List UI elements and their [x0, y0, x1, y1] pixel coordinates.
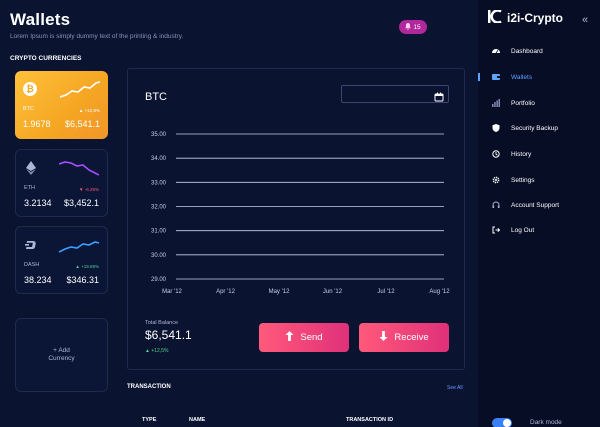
notification-badge[interactable]: 15 — [399, 20, 427, 34]
y-tick-label: 29.00 — [151, 277, 167, 283]
arrow-up-icon — [285, 331, 294, 344]
dashboard-icon — [492, 47, 500, 55]
dark-mode-label: Dark mode — [530, 419, 562, 426]
sidebar-item-label: Log Out — [511, 226, 535, 234]
sidebar-item-label: Portfolio — [511, 99, 535, 107]
y-tick-label: 35.00 — [151, 132, 167, 138]
wallet-card-change: ▲ +12,8% — [78, 108, 100, 113]
wallet-icon — [492, 73, 500, 81]
dark-mode-toggle[interactable] — [492, 418, 512, 427]
y-tick-label: 31.00 — [151, 229, 167, 235]
sidebar-item-history[interactable]: History — [492, 148, 531, 160]
wallet-card-amount: 38.234 — [24, 275, 52, 285]
column-header-name: NAME — [189, 417, 206, 423]
bell-icon — [405, 22, 412, 32]
sidebar-item-label: History — [511, 150, 532, 158]
notification-count: 15 — [413, 23, 421, 31]
x-tick-label: Jul '12 — [377, 289, 395, 295]
send-label: Send — [300, 332, 323, 343]
y-tick-label: 34.00 — [151, 156, 167, 162]
sidebar-item-log-out[interactable]: Log Out — [492, 224, 534, 236]
sidebar-item-account-support[interactable]: Account Support — [492, 199, 559, 211]
sidebar-item-label: Security Backup — [511, 124, 558, 132]
sidebar-item-wallets[interactable]: Wallets — [492, 71, 532, 83]
wallet-card-eth[interactable]: ETH ▼ -6.25% 3.2134 $3,452.1 — [15, 149, 108, 217]
sidebar-item-label: Account Support — [511, 201, 560, 209]
x-tick-label: Mar '12 — [162, 289, 182, 295]
add-currency-line2: Currency — [48, 355, 75, 362]
x-tick-label: May '12 — [269, 289, 290, 295]
wallet-card-amount: 3.2134 — [24, 198, 52, 208]
wallet-card-value: $6,541.1 — [64, 119, 100, 129]
section-label: CRYPTO CURRENCIES — [10, 55, 82, 62]
ethereum-icon — [24, 161, 38, 175]
send-button[interactable]: Send — [259, 323, 349, 352]
x-tick-label: Apr '12 — [216, 289, 235, 295]
total-balance-value: $6,541.1 — [145, 328, 192, 342]
active-nav-indicator — [478, 73, 480, 81]
brand-icon — [488, 9, 502, 26]
transaction-label: TRANSACTION — [127, 384, 171, 390]
receive-label: Receive — [394, 332, 429, 343]
x-tick-label: Jun '12 — [323, 289, 343, 295]
bitcoin-icon: ₿ — [23, 82, 37, 96]
sidebar-item-security-backup[interactable]: Security Backup — [492, 122, 558, 134]
brand-logo[interactable]: i2i-Crypto — [488, 9, 564, 26]
btc-panel: BTC 35.00 34.00 33.00 32.00 31.00 30.00 29.00 M… — [127, 68, 465, 370]
wallet-card-btc[interactable]: ₿ BTC ▲ +12,8% 1.9678 $6,541.1 — [15, 71, 108, 139]
wallet-card-name: BTC — [23, 106, 34, 112]
wallet-card-name: ETH — [24, 185, 35, 191]
sidebar-item-label: Settings — [511, 176, 535, 184]
dash-sparkline — [59, 241, 99, 253]
y-tick-label: 32.00 — [151, 205, 167, 211]
brand-name: i2i-Crypto — [507, 11, 564, 25]
shield-icon — [492, 124, 500, 132]
dash-icon — [24, 238, 38, 252]
y-tick-label: 30.00 — [151, 253, 167, 259]
total-balance-change: ▲ +12,5% — [145, 348, 169, 354]
page-title: Wallets — [10, 10, 71, 29]
svg-text:₿: ₿ — [26, 84, 33, 94]
wallet-card-change: ▼ -6.25% — [79, 187, 99, 192]
sidebar-item-settings[interactable]: Settings — [492, 174, 535, 186]
collapse-sidebar-icon[interactable]: « — [582, 14, 588, 26]
total-balance-label: Total Balance — [145, 320, 179, 326]
page-subtitle: Lorem Ipsum is simply dummy text of the … — [10, 33, 184, 40]
add-currency-line1: + Add — [53, 347, 70, 354]
wallet-card-change: ▲ +19.69% — [75, 264, 99, 269]
sidebar-item-label: Wallets — [511, 73, 533, 81]
gear-icon — [492, 176, 500, 184]
receive-button[interactable]: Receive — [359, 323, 449, 352]
column-header-transaction-id: TRANSACTION ID — [346, 417, 394, 423]
x-tick-label: Aug '12 — [429, 289, 450, 295]
wallet-card-value: $346.31 — [66, 275, 99, 285]
sidebar-item-label: Dashboard — [511, 47, 543, 55]
logout-icon — [492, 226, 500, 234]
btc-chart: 35.00 34.00 33.00 32.00 31.00 30.00 29.00 Mar '… — [151, 132, 450, 295]
wallet-card-value: $3,452.1 — [63, 198, 99, 208]
history-icon — [492, 150, 500, 158]
wallet-card-name: DASH — [24, 262, 40, 268]
sidebar: i2i-Crypto « Dashboard Wallets Portfolio… — [478, 0, 600, 427]
headset-icon — [492, 201, 500, 209]
portfolio-icon — [492, 99, 500, 107]
wallet-card-amount: 1.9678 — [23, 119, 51, 129]
column-header-type: TYPE — [142, 417, 157, 423]
btc-sparkline — [60, 81, 100, 98]
sidebar-item-portfolio[interactable]: Portfolio — [492, 97, 535, 109]
sidebar-item-dashboard[interactable]: Dashboard — [492, 45, 543, 57]
see-all-link[interactable]: See All — [447, 385, 463, 391]
arrow-down-icon — [379, 331, 388, 344]
add-currency-button[interactable]: + Add Currency — [15, 318, 108, 392]
y-tick-label: 33.00 — [151, 180, 167, 186]
wallet-card-dash[interactable]: DASH ▲ +19.69% 38.234 $346.31 — [15, 226, 108, 294]
eth-sparkline — [59, 161, 99, 176]
main-content: Wallets Lorem Ipsum is simply dummy text… — [0, 0, 478, 427]
